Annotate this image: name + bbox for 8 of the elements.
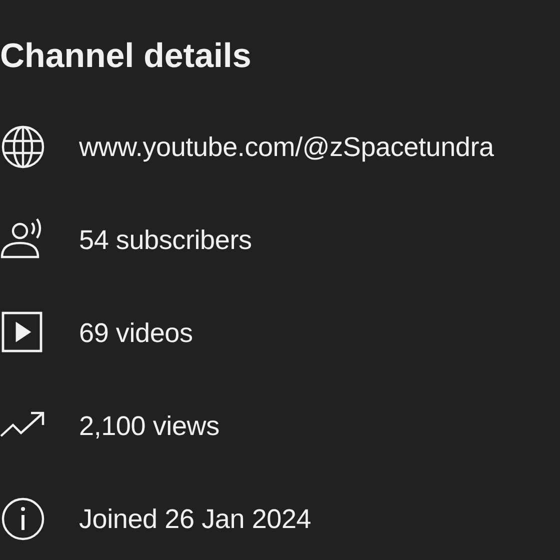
detail-text: Joined 26 Jan 2024 <box>79 504 312 534</box>
channel-link[interactable]: www.youtube.com/@zSpacetundra <box>79 132 494 162</box>
globe-icon <box>0 124 46 170</box>
detail-text: 2,100 views <box>79 410 220 442</box>
dialog-title: Channel details <box>0 36 252 77</box>
detail-text: 69 videos <box>79 318 193 348</box>
detail-text: 54 subscribers <box>79 224 252 256</box>
info-icon <box>0 496 46 542</box>
